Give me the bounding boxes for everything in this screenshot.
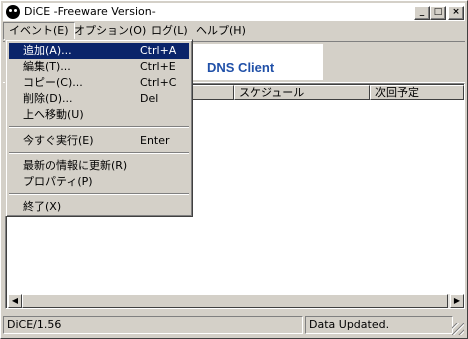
menu-separator: [9, 126, 189, 128]
status-message: Data Updated.: [305, 316, 453, 334]
menu-item-move-up[interactable]: 上へ移動(U): [9, 107, 189, 123]
maximize-button[interactable]: □: [430, 6, 446, 20]
menu-item-add[interactable]: 追加(A)... Ctrl+A: [9, 43, 189, 59]
banner-title: DNS Client: [207, 60, 275, 75]
resize-grip-icon[interactable]: [452, 323, 464, 335]
window-title: DiCE -Freeware Version-: [24, 5, 156, 18]
menu-item-label: 終了(X): [23, 200, 62, 213]
menu-item-run-now[interactable]: 今すぐ実行(E) Enter: [9, 133, 189, 149]
menu-item-refresh[interactable]: 最新の情報に更新(R): [9, 158, 189, 174]
menu-item-edit[interactable]: 編集(T)... Ctrl+E: [9, 59, 189, 75]
menu-item-shortcut: Del: [140, 92, 159, 105]
menu-item-shortcut: Enter: [140, 134, 170, 147]
menu-options[interactable]: オプション(O): [69, 22, 151, 40]
menu-item-label: コピー(C)...: [23, 76, 83, 89]
column-header-schedule[interactable]: スケジュール: [234, 85, 370, 100]
app-icon[interactable]: [6, 5, 20, 19]
menu-item-properties[interactable]: プロパティ(P): [9, 174, 189, 190]
column-header-next[interactable]: 次回予定: [370, 85, 464, 100]
menu-item-label: 上へ移動(U): [23, 108, 84, 121]
menu-item-copy[interactable]: コピー(C)... Ctrl+C: [9, 75, 189, 91]
menu-item-delete[interactable]: 削除(D)... Del: [9, 91, 189, 107]
menu-separator: [9, 152, 189, 154]
minimize-button[interactable]: _: [414, 6, 430, 20]
menu-item-label: 編集(T)...: [23, 60, 71, 73]
menu-item-label: 追加(A)...: [23, 44, 72, 57]
scroll-left-icon[interactable]: ◀: [8, 294, 22, 308]
title-bar[interactable]: DiCE -Freeware Version- _ □ ×: [3, 3, 465, 21]
menu-bar: イベント(E) オプション(O) ログ(L) ヘルプ(H): [3, 22, 465, 40]
menu-item-shortcut: Ctrl+E: [140, 60, 176, 73]
scroll-thumb[interactable]: [22, 294, 448, 308]
menu-separator: [9, 193, 189, 195]
app-window: DiCE -Freeware Version- _ □ × イベント(E) オプ…: [0, 0, 468, 339]
menu-log[interactable]: ログ(L): [146, 22, 193, 40]
horizontal-scrollbar[interactable]: ◀ ▶: [8, 294, 464, 308]
menu-item-label: プロパティ(P): [23, 175, 93, 188]
menu-item-exit[interactable]: 終了(X): [9, 199, 189, 215]
menu-item-label: 削除(D)...: [23, 92, 73, 105]
menu-help[interactable]: ヘルプ(H): [191, 22, 251, 40]
scroll-right-icon[interactable]: ▶: [450, 294, 464, 308]
status-version: DiCE/1.56: [3, 316, 303, 334]
close-button[interactable]: ×: [448, 6, 464, 20]
event-menu-dropdown: 追加(A)... Ctrl+A 編集(T)... Ctrl+E コピー(C)..…: [5, 39, 193, 217]
status-bar: DiCE/1.56 Data Updated.: [3, 314, 465, 336]
menu-item-label: 最新の情報に更新(R): [23, 159, 128, 172]
menu-item-shortcut: Ctrl+A: [140, 44, 177, 57]
menu-event[interactable]: イベント(E): [3, 22, 75, 40]
menu-item-label: 今すぐ実行(E): [23, 134, 94, 147]
menu-item-shortcut: Ctrl+C: [140, 76, 177, 89]
